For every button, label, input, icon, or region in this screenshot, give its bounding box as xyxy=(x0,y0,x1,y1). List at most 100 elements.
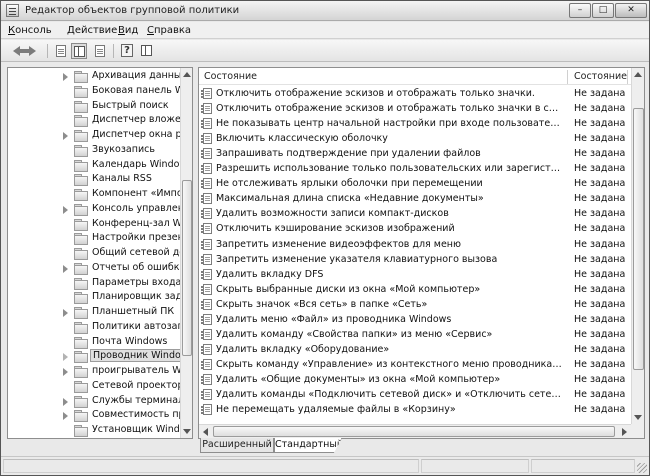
tree-item[interactable]: Планшетный ПК xyxy=(8,305,178,320)
tree-scroll-thumb[interactable] xyxy=(182,180,192,356)
tree-item[interactable]: Совместимость при xyxy=(8,408,191,423)
folder-icon xyxy=(74,130,88,142)
policy-row[interactable]: Удалить вкладку DFS Не задана xyxy=(199,267,631,282)
menu-view[interactable]: Вид xyxy=(118,25,138,36)
resize-grip-icon[interactable] xyxy=(637,463,647,473)
policy-row[interactable]: Удалить команду «Свойства папки» из меню… xyxy=(199,327,631,342)
show-tree-button[interactable] xyxy=(71,43,87,59)
tree-item[interactable]: Политики автозапус xyxy=(8,320,192,335)
policy-row[interactable]: Разрешить использование только пользоват… xyxy=(199,161,631,176)
policy-row[interactable]: Запретить изменение указателя клавиатурн… xyxy=(199,252,631,267)
policy-row[interactable]: Запретить изменение видеоэффектов для ме… xyxy=(199,237,631,252)
list-hscroll-thumb[interactable] xyxy=(213,426,615,437)
policy-row[interactable]: Скрыть выбранные диски из окна «Мой комп… xyxy=(199,282,631,297)
tree-item-label: Проводник Windows xyxy=(90,349,192,363)
menu-console[interactable]: Консоль xyxy=(8,25,52,36)
tree-item[interactable]: Настройки презента xyxy=(8,231,192,246)
tree-item[interactable]: Почта Windows xyxy=(8,335,178,350)
tree-item[interactable]: Консоль управления xyxy=(8,202,192,217)
policy-row[interactable]: Включить классическую оболочку Не задана xyxy=(199,131,631,146)
policy-row[interactable]: Удалить меню «Файл» из проводника Window… xyxy=(199,312,631,327)
policy-row[interactable]: Не отслеживать ярлыки оболочки при перем… xyxy=(199,176,631,191)
expand-arrow-icon[interactable] xyxy=(63,353,68,362)
column-header-setting[interactable]: Состояние xyxy=(204,71,257,82)
export-list-button[interactable] xyxy=(92,43,108,59)
tree-item[interactable]: Службы терминалов xyxy=(8,394,192,409)
tree-item[interactable]: Общий сетевой дост xyxy=(8,246,192,261)
column-divider[interactable] xyxy=(627,70,628,84)
policy-row[interactable]: Скрыть команду «Управление» из контекстн… xyxy=(199,357,631,372)
properties-button[interactable] xyxy=(139,43,155,59)
policy-row[interactable]: Скрыть значок «Вся сеть» в папке «Сеть» Н… xyxy=(199,297,631,312)
tree-item[interactable]: Календарь Windows xyxy=(8,158,192,173)
scroll-down-icon[interactable] xyxy=(183,429,191,434)
policy-setting-icon xyxy=(201,178,212,190)
tab-standard[interactable]: Стандартный xyxy=(274,438,342,453)
tree-item[interactable]: Цветовая система W xyxy=(8,438,178,439)
policy-row[interactable]: Удалить «Общие документы» из окна «Мой к… xyxy=(199,372,631,387)
back-button[interactable] xyxy=(8,43,24,59)
column-header-state[interactable]: Состояние xyxy=(574,71,627,82)
expand-arrow-icon[interactable] xyxy=(63,368,68,376)
policy-row[interactable]: Отключить отображение эскизов и отобража… xyxy=(199,86,631,101)
list-scroll-thumb[interactable] xyxy=(633,108,644,370)
expand-arrow-icon[interactable] xyxy=(63,205,68,214)
list-vertical-scrollbar[interactable] xyxy=(631,68,644,424)
tree-item[interactable]: Архивация данных xyxy=(8,69,187,84)
scroll-up-icon[interactable] xyxy=(634,72,642,77)
help-button[interactable]: ? xyxy=(119,43,135,59)
maximize-button[interactable]: □ xyxy=(592,3,614,18)
policy-name: Отключить кэширование эскизов изображени… xyxy=(216,223,455,235)
tree-item[interactable]: Звукозапись xyxy=(8,143,178,158)
tree-item[interactable]: Сетевой проектор xyxy=(8,379,183,394)
policy-row[interactable]: Максимальная длина списка «Недавние доку… xyxy=(199,191,631,206)
expand-arrow-icon[interactable] xyxy=(63,397,68,406)
expand-arrow-icon[interactable] xyxy=(63,309,68,317)
tree-item[interactable]: Отчеты об ошибках xyxy=(8,261,191,276)
tree-item[interactable]: Проводник Windows xyxy=(8,349,192,364)
expand-arrow-icon[interactable] xyxy=(63,412,68,421)
tree-item[interactable]: Диспетчер вложени xyxy=(8,113,192,128)
policy-row[interactable]: Удалить вкладку «Оборудование» Не задана xyxy=(199,342,631,357)
scroll-up-icon[interactable] xyxy=(183,72,191,77)
tree-item[interactable]: Каналы RSS xyxy=(8,172,178,187)
expand-arrow-icon[interactable] xyxy=(63,73,68,81)
tree-item[interactable]: Планировщик задан xyxy=(8,290,192,305)
tree-item[interactable]: проигрыватель Wind xyxy=(8,364,192,379)
list-horizontal-scrollbar[interactable] xyxy=(199,424,631,438)
title-bar[interactable]: Редактор объектов групповой политики – □… xyxy=(1,1,649,21)
tree-item[interactable]: Диспетчер окна раб xyxy=(8,128,192,143)
policy-name: Запретить изменение видеоэффектов для ме… xyxy=(216,238,462,250)
minimize-button[interactable]: – xyxy=(569,3,591,18)
folder-icon xyxy=(74,189,88,201)
tree-item[interactable]: Установщик Windov xyxy=(8,423,191,438)
policy-row[interactable]: Удалить возможности записи компакт-диско… xyxy=(199,206,631,221)
expand-arrow-icon[interactable] xyxy=(63,132,68,140)
tree-pane[interactable]: Архивация данных Боковая панель Wind Быстр… xyxy=(7,67,193,439)
scroll-right-icon[interactable] xyxy=(622,428,627,436)
policy-row[interactable]: Отключить отображение эскизов и отобража… xyxy=(199,101,631,116)
policy-row[interactable]: Не перемещать удаляемые файлы в «Корзину… xyxy=(199,402,631,417)
close-button[interactable]: ✕ xyxy=(615,3,647,18)
scroll-left-icon[interactable] xyxy=(203,428,208,436)
policy-row[interactable]: Отключить кэширование эскизов изображени… xyxy=(199,221,631,236)
forward-button[interactable] xyxy=(23,43,42,59)
expand-arrow-icon[interactable] xyxy=(63,264,68,273)
scroll-down-icon[interactable] xyxy=(634,415,642,420)
tree-item[interactable]: Быстрый поиск xyxy=(8,99,178,114)
tree-item[interactable]: Конференц-зал Wind xyxy=(8,217,192,232)
tree-item[interactable]: Компонент «Импорт xyxy=(8,187,192,202)
tab-extended[interactable]: Расширенный xyxy=(200,438,274,453)
tree-vertical-scrollbar[interactable] xyxy=(180,68,192,438)
tree-item[interactable]: Боковая панель Wind xyxy=(8,84,192,99)
menu-action[interactable]: Действие xyxy=(67,25,117,36)
policy-row[interactable]: Не показывать центр начальной настройки … xyxy=(199,116,631,131)
menu-help[interactable]: Справка xyxy=(147,25,191,36)
policy-row[interactable]: Удалить команды «Подключить сетевой диск… xyxy=(199,387,631,402)
policy-setting-icon xyxy=(201,283,212,295)
tree-item[interactable]: Параметры входа W xyxy=(8,276,192,291)
column-divider[interactable] xyxy=(567,70,568,84)
up-level-button[interactable] xyxy=(53,43,69,59)
policy-list-pane[interactable]: Состояние Состояние Отключить отображени… xyxy=(198,67,645,439)
policy-row[interactable]: Запрашивать подтверждение при удалении ф… xyxy=(199,146,631,161)
